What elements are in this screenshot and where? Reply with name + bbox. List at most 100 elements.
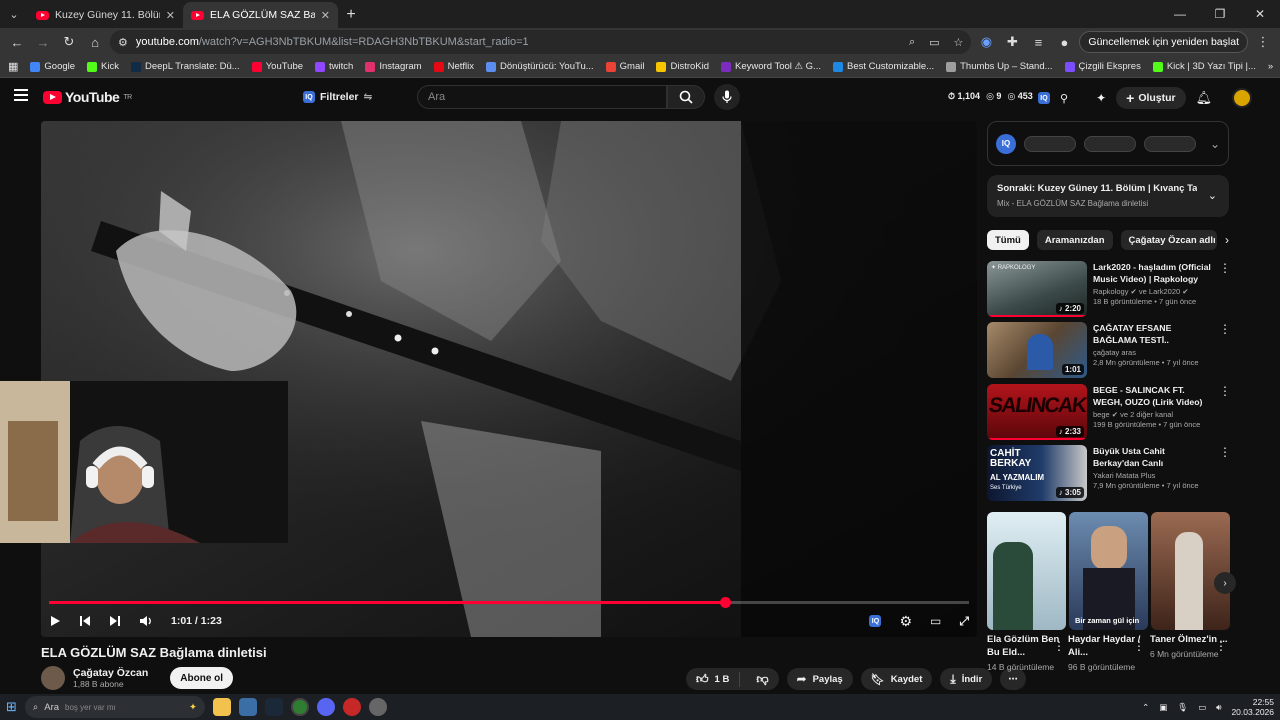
speaker-icon[interactable]: 🔊︎ [1216,702,1221,713]
update-browser-button[interactable]: Güncellemek için yeniden başlat [1079,31,1248,53]
app-icon[interactable] [368,698,387,716]
extension-icon[interactable]: ◉ [975,31,997,53]
shorts-next-button[interactable]: › [1214,572,1236,594]
save-button[interactable]: 🔖︎ Kaydet [860,668,933,690]
next-icon[interactable] [109,615,121,627]
discord-icon[interactable] [316,698,335,716]
share-button[interactable]: ➦ Paylaş [786,668,853,690]
zoom-icon[interactable]: ⌕ [909,36,915,49]
media-controls-icon[interactable]: ≡ [1027,31,1049,53]
more-vertical-icon[interactable]: ⋮ [1215,639,1227,653]
extension-ribbon-icon[interactable]: ⚲ [1060,92,1068,105]
create-button[interactable]: + Oluştur [1116,87,1186,109]
fullscreen-icon[interactable]: ⤢ [959,614,969,629]
tab-search-dropdown[interactable]: ⌄ [0,0,28,28]
recommendation-item[interactable]: CAHİT BERKAY AL YAZMALIM Ses Türkiye ♪ 3:… [987,445,1232,503]
settings-gear-icon[interactable]: ⚙ [899,613,912,630]
back-arrow-icon[interactable]: ← [6,31,28,53]
more-vertical-icon[interactable]: ⋮ [1133,639,1145,653]
recommendation-item[interactable]: SALINCAK ♪ 2:33 BEGE - SALINCAK FT. WEGH… [987,384,1232,442]
home-icon[interactable]: ⌂ [84,31,106,53]
tab-close-icon[interactable]: ✕ [321,9,330,22]
bookmark-item[interactable]: twitch [315,61,353,72]
bookmark-item[interactable]: Keyword Tool ⚠ G... [721,61,821,72]
chrome-icon[interactable] [290,698,309,716]
subscribe-button[interactable]: Abone ol [170,667,234,689]
file-explorer-icon[interactable] [212,698,231,716]
chevron-right-icon[interactable]: › [1225,233,1229,247]
close-window-icon[interactable]: ✕ [1240,7,1280,21]
play-icon[interactable] [49,615,61,627]
extensions-puzzle-icon[interactable]: ✚ [1001,31,1023,53]
short-thumbnail[interactable] [987,512,1066,630]
steam-icon[interactable] [264,698,283,716]
tray-app-icon[interactable]: ▣ [1159,702,1167,713]
new-tab-button[interactable]: + [338,2,364,28]
minimize-icon[interactable]: — [1160,7,1200,21]
video-thumbnail[interactable]: ✦ RAPKOLOGY ♪ 2:20 [987,261,1087,317]
bookmark-item[interactable]: DeepL Translate: Dü... [131,61,240,72]
chip-all[interactable]: Tümü [987,230,1029,250]
video-thumbnail[interactable]: CAHİT BERKAY AL YAZMALIM Ses Türkiye ♪ 3:… [987,445,1087,501]
restore-icon[interactable]: ❐ [1200,7,1240,21]
bookmark-item[interactable]: Best Customizable... [832,61,934,72]
bookmark-star-icon[interactable]: ☆ [954,36,964,49]
reload-icon[interactable]: ↻ [58,31,80,53]
short-thumbnail[interactable]: Bir zaman gül için [1069,512,1148,630]
site-info-icon[interactable]: ⚙ [118,36,128,49]
chevron-down-icon[interactable]: ⌄ [1210,137,1220,151]
previous-icon[interactable] [79,615,91,627]
bookmark-item[interactable]: DistroKid [656,61,709,72]
more-bookmarks-button[interactable]: » [1268,61,1273,72]
windows-start-icon[interactable]: ⊞ [6,699,17,715]
iq-extension-icon[interactable]: IQ [996,133,1016,154]
browser-tab-2[interactable]: ELA GÖZLÜM SAZ Bağlama dinl ✕ [183,2,338,28]
taskbar-search[interactable]: ⌕ Ara boş yer var mı ✦ [24,696,205,718]
video-player[interactable] [41,121,977,637]
bookmark-item[interactable]: Google [30,61,75,72]
like-button[interactable]: 👍︎ 1 B [686,671,741,687]
video-thumbnail[interactable]: 1:01 [987,322,1087,378]
bookmark-item[interactable]: Gmail [605,61,644,72]
short-thumbnail[interactable] [1151,512,1230,630]
recommendation-item[interactable]: ✦ RAPKOLOGY ♪ 2:20 Lark2020 - haşladım (… [987,261,1232,319]
menu-hamburger-icon[interactable] [14,89,28,101]
bookmark-item[interactable]: Kick | 3D Yazı Tipi |... [1152,61,1256,72]
address-bar[interactable]: ⚙ youtube.com/watch?v=AGH3NbTBKUM&list=R… [110,30,972,54]
channel-avatar[interactable] [41,666,65,690]
bookmark-item[interactable]: Netflix [433,61,474,72]
browser-tab-1[interactable]: Kuzey Güney 11. Bölüm | Kıvanç ✕ [28,2,183,28]
profile-icon[interactable]: ● [1053,31,1075,53]
app-icon[interactable] [238,698,257,716]
tab-close-icon[interactable]: ✕ [166,9,175,22]
clock[interactable]: 22:55 20.03.2026 [1231,697,1274,717]
cast-icon[interactable]: ▭ [929,36,939,49]
download-button[interactable]: ⤓ İndir [940,668,993,690]
browser-menu-icon[interactable]: ⋮ [1252,31,1274,53]
account-avatar[interactable] [1232,88,1253,108]
notifications-bell-icon[interactable]: 🔔︎ [1196,90,1213,106]
network-icon[interactable]: ▭ [1198,702,1206,713]
mic-icon[interactable]: 🎙︎ [1177,702,1188,713]
iq-extension-icon[interactable]: IQ [869,615,882,627]
sparkle-icon[interactable]: ✦ [1096,91,1106,105]
more-vertical-icon[interactable]: ⋮ [1053,639,1065,653]
bookmark-item[interactable]: Instagram [365,61,422,72]
bookmark-item[interactable]: Kick [87,61,119,72]
chevron-down-icon[interactable]: ⌄ [1208,189,1217,202]
app-icon[interactable] [342,698,361,716]
more-vertical-icon[interactable]: ⋮ [1219,445,1231,503]
chip-from-search[interactable]: Aramanızdan [1036,230,1113,250]
iq-blurred-chip[interactable] [1144,135,1196,152]
iq-blurred-chip[interactable] [1084,135,1136,152]
chip-channel-uploads[interactable]: Çağatay Özcan adlı yükle [1120,230,1217,250]
forward-arrow-icon[interactable]: → [32,31,54,53]
search-button[interactable] [667,85,705,109]
bookmark-item[interactable]: Çizgili Ekspres [1064,61,1141,72]
up-next-panel[interactable]: Sonraki: Kuzey Güney 11. Bölüm | Kıvanç … [987,175,1229,217]
video-thumbnail[interactable]: SALINCAK ♪ 2:33 [987,384,1087,440]
theater-mode-icon[interactable]: ▭ [930,614,941,628]
iq-blurred-chip[interactable] [1024,135,1076,152]
video-progress-bar[interactable] [49,597,969,608]
volume-icon[interactable] [139,615,153,627]
